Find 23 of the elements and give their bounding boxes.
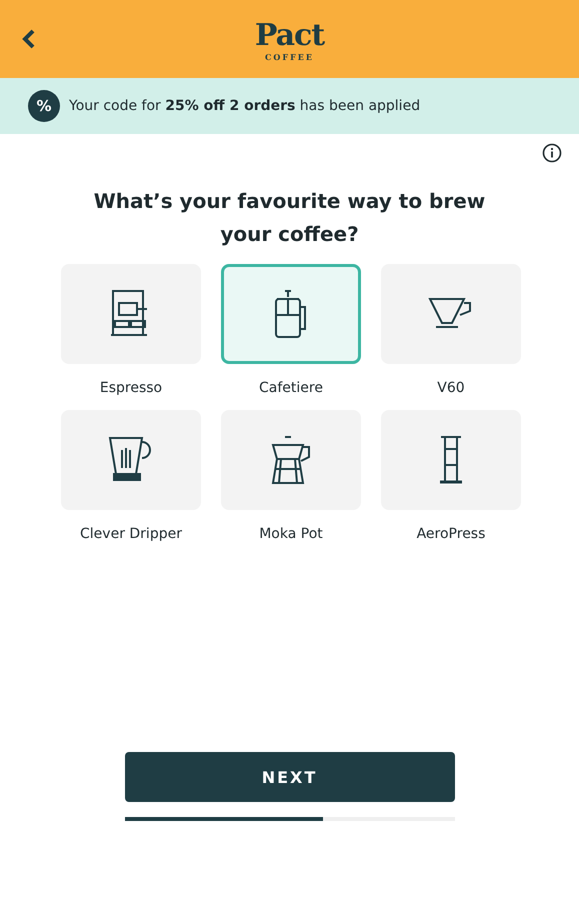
logo-text[interactable]: Pact bbox=[254, 20, 324, 52]
brew-option-tile[interactable] bbox=[381, 264, 521, 364]
brew-option-label: V60 bbox=[437, 379, 465, 398]
brew-option-tile[interactable] bbox=[221, 410, 361, 510]
next-button[interactable]: NEXT bbox=[124, 752, 454, 802]
aeropress-icon bbox=[437, 435, 465, 485]
info-icon[interactable] bbox=[542, 143, 562, 163]
moka-pot-icon bbox=[269, 435, 313, 485]
back-icon[interactable] bbox=[22, 29, 36, 49]
brew-option-label: Espresso bbox=[100, 379, 162, 398]
brew-option-label: Moka Pot bbox=[259, 525, 323, 544]
brew-option-tile[interactable] bbox=[61, 410, 201, 510]
logo-subtitle: COFFEE bbox=[265, 52, 314, 62]
brew-option-tile[interactable] bbox=[61, 264, 201, 364]
question-heading: What’s your favourite way to brew your coffee? bbox=[92, 188, 486, 248]
brew-option-tile[interactable] bbox=[381, 410, 521, 510]
brew-option-label: Cafetiere bbox=[259, 379, 323, 398]
discount-badge: % bbox=[28, 90, 60, 122]
brew-option-label: AeroPress bbox=[416, 525, 486, 544]
brew-option-label: Clever Dripper bbox=[80, 525, 182, 544]
promo-text: Your code for 25% off 2 orders has been applied bbox=[69, 98, 420, 114]
dripper-icon bbox=[108, 436, 154, 484]
brew-option-tile[interactable] bbox=[221, 264, 361, 364]
